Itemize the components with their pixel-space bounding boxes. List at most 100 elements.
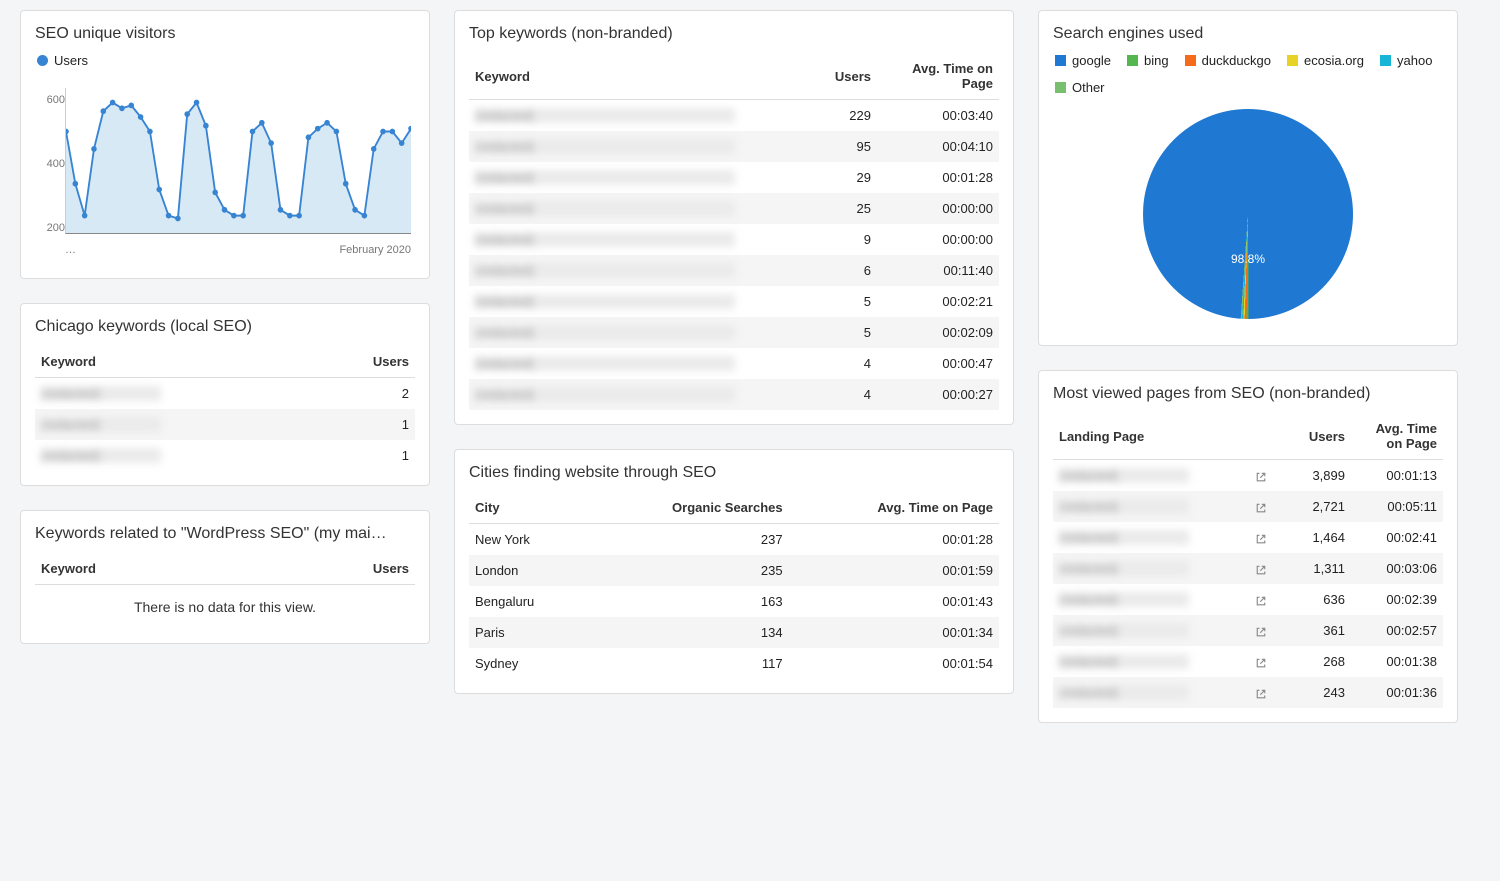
table-row[interactable]: Sydney11700:01:54: [469, 648, 999, 679]
col-city[interactable]: City: [469, 492, 587, 524]
card-top-pages: Most viewed pages from SEO (non-branded)…: [1038, 370, 1458, 723]
cell-users: 636: [1285, 584, 1351, 615]
legend-label: Other: [1072, 80, 1105, 95]
cell-avg-time: 00:02:09: [877, 317, 999, 348]
col-landing-page[interactable]: Landing Page: [1053, 413, 1249, 460]
empty-state: There is no data for this view.: [35, 585, 415, 629]
line-svg: [66, 88, 411, 233]
legend-swatch-icon: [1055, 55, 1066, 66]
cell-link[interactable]: [1249, 460, 1285, 492]
cell-page: (redacted): [1053, 460, 1249, 492]
card-title: Keywords related to "WordPress SEO" (my …: [35, 525, 415, 543]
table-row[interactable]: (redacted)1,46400:02:41: [1053, 522, 1443, 553]
cell-users: 229: [816, 100, 877, 132]
cell-page: (redacted): [1053, 491, 1249, 522]
legend-item-yahoo[interactable]: yahoo: [1380, 53, 1432, 68]
col-avg-time[interactable]: Avg. Time on Page: [877, 53, 999, 100]
col-avg-time[interactable]: Avg. Time on Page: [1351, 413, 1443, 460]
card-title: SEO unique visitors: [35, 25, 415, 43]
legend-item-duckduckgo[interactable]: duckduckgo: [1185, 53, 1271, 68]
cell-page: (redacted): [1053, 553, 1249, 584]
table-row[interactable]: (redacted)2900:01:28: [469, 162, 999, 193]
external-link-icon: [1255, 688, 1267, 700]
cell-link[interactable]: [1249, 522, 1285, 553]
cell-link[interactable]: [1249, 584, 1285, 615]
table-row[interactable]: (redacted)1: [35, 409, 415, 440]
table-row[interactable]: (redacted)2: [35, 378, 415, 410]
cell-avg-time: 00:01:36: [1351, 677, 1443, 708]
table-row[interactable]: (redacted)9500:04:10: [469, 131, 999, 162]
col-users[interactable]: Users: [313, 346, 415, 378]
table-row[interactable]: (redacted)22900:03:40: [469, 100, 999, 132]
legend-swatch-icon: [1185, 55, 1196, 66]
cell-link[interactable]: [1249, 677, 1285, 708]
column-middle: Top keywords (non-branded) Keyword Users…: [454, 10, 1014, 723]
cell-city: Paris: [469, 617, 587, 648]
table-row[interactable]: New York23700:01:28: [469, 524, 999, 556]
cell-link[interactable]: [1249, 491, 1285, 522]
cell-keyword: (redacted): [469, 255, 816, 286]
card-title: Most viewed pages from SEO (non-branded): [1053, 385, 1443, 403]
pie-chart[interactable]: 98.8%: [1053, 101, 1443, 331]
y-tick: 400: [47, 158, 65, 170]
legend-item-google[interactable]: google: [1055, 53, 1111, 68]
table-row[interactable]: (redacted)600:11:40: [469, 255, 999, 286]
legend-item-ecosia[interactable]: ecosia.org: [1287, 53, 1364, 68]
line-chart[interactable]: 600 400 200 … February 2020: [35, 74, 415, 264]
cell-link[interactable]: [1249, 646, 1285, 677]
cell-city: New York: [469, 524, 587, 556]
legend-swatch-icon: [1287, 55, 1298, 66]
col-link: [1249, 413, 1285, 460]
table-row[interactable]: (redacted)1,31100:03:06: [1053, 553, 1443, 584]
col-searches[interactable]: Organic Searches: [587, 492, 789, 524]
legend-item-bing[interactable]: bing: [1127, 53, 1169, 68]
table-row[interactable]: (redacted)900:00:00: [469, 224, 999, 255]
cities-table: City Organic Searches Avg. Time on Page …: [469, 492, 999, 679]
table-row[interactable]: (redacted)500:02:21: [469, 286, 999, 317]
x-axis: … February 2020: [65, 244, 411, 256]
cell-users: 361: [1285, 615, 1351, 646]
chicago-table: Keyword Users (redacted)2(redacted)1(red…: [35, 346, 415, 471]
legend-item-users[interactable]: Users: [37, 53, 88, 68]
cell-avg-time: 00:01:28: [789, 524, 999, 556]
col-users[interactable]: Users: [816, 53, 877, 100]
col-keyword[interactable]: Keyword: [35, 346, 313, 378]
legend-label: ecosia.org: [1304, 53, 1364, 68]
cell-avg-time: 00:01:13: [1351, 460, 1443, 492]
cell-keyword: (redacted): [469, 348, 816, 379]
table-row[interactable]: (redacted)26800:01:38: [1053, 646, 1443, 677]
cell-users: 268: [1285, 646, 1351, 677]
x-tick-start: …: [65, 244, 76, 256]
card-title: Chicago keywords (local SEO): [35, 318, 415, 336]
cell-avg-time: 00:05:11: [1351, 491, 1443, 522]
table-row[interactable]: Bengaluru16300:01:43: [469, 586, 999, 617]
table-row[interactable]: (redacted)2500:00:00: [469, 193, 999, 224]
col-users[interactable]: Users: [256, 553, 415, 585]
table-row[interactable]: Paris13400:01:34: [469, 617, 999, 648]
table-row[interactable]: (redacted)400:00:27: [469, 379, 999, 410]
table-row[interactable]: (redacted)400:00:47: [469, 348, 999, 379]
col-avg-time[interactable]: Avg. Time on Page: [789, 492, 999, 524]
col-keyword[interactable]: Keyword: [35, 553, 256, 585]
cell-users: 1,464: [1285, 522, 1351, 553]
top-kw-table: Keyword Users Avg. Time on Page (redacte…: [469, 53, 999, 410]
legend-item-other[interactable]: Other: [1055, 80, 1105, 95]
dashboard: SEO unique visitors Users 600 400 200 …: [0, 0, 1500, 763]
cell-link[interactable]: [1249, 553, 1285, 584]
table-row[interactable]: (redacted)1: [35, 440, 415, 471]
cell-link[interactable]: [1249, 615, 1285, 646]
cell-avg-time: 00:04:10: [877, 131, 999, 162]
table-row[interactable]: (redacted)500:02:09: [469, 317, 999, 348]
table-row[interactable]: (redacted) 3,89900:01:13: [1053, 460, 1443, 492]
cell-users: 3,899: [1285, 460, 1351, 492]
col-keyword[interactable]: Keyword: [469, 53, 816, 100]
table-row[interactable]: London23500:01:59: [469, 555, 999, 586]
col-users[interactable]: Users: [1285, 413, 1351, 460]
table-row[interactable]: (redacted)63600:02:39: [1053, 584, 1443, 615]
table-row[interactable]: (redacted) 2,72100:05:11: [1053, 491, 1443, 522]
plot-area: [65, 88, 411, 234]
table-row[interactable]: (redacted)24300:01:36: [1053, 677, 1443, 708]
table-row[interactable]: (redacted)36100:02:57: [1053, 615, 1443, 646]
cell-users: 6: [816, 255, 877, 286]
cell-users: 2,721: [1285, 491, 1351, 522]
